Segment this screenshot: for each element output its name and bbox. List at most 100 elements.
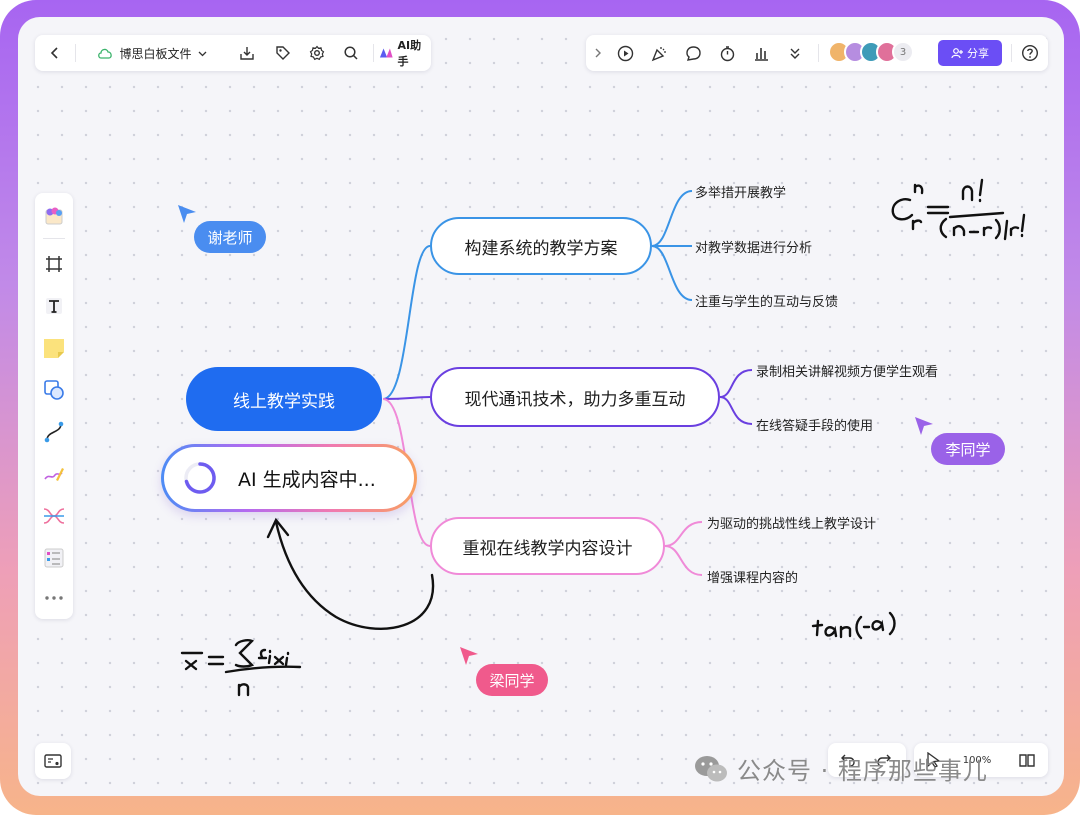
mindmap-leaf-node[interactable]: 对教学数据进行分析: [695, 237, 812, 256]
book-view-button[interactable]: [1014, 743, 1040, 777]
chevron-right-icon: [595, 48, 601, 58]
share-label: 分享: [967, 47, 989, 60]
toolbar-divider: [373, 44, 374, 62]
more-horizontal-icon: [45, 596, 63, 600]
toolbar-divider: [818, 44, 819, 62]
connector-tool[interactable]: [35, 415, 73, 449]
collaborator-cursor-icon: [460, 647, 478, 665]
ai-generating-status: AI 生成内容中...: [238, 468, 376, 491]
help-button[interactable]: [1018, 35, 1042, 71]
pen-icon: [44, 468, 64, 481]
wechat-icon: [695, 755, 727, 781]
mindmap-branch-node[interactable]: 现代通讯技术，助力多重互动: [430, 367, 720, 427]
mindmap-leaf-node[interactable]: 录制相关讲解视频方便学生观看: [756, 361, 938, 380]
loading-spinner-icon: [184, 462, 216, 494]
text-tool[interactable]: [35, 289, 73, 323]
chevron-left-icon: [50, 47, 58, 59]
mindmap-leaf-node[interactable]: 在线答疑手段的使用: [756, 415, 873, 434]
mindmap-root-node[interactable]: 线上教学实践: [186, 367, 382, 431]
mindmap-leaf-node[interactable]: 增强课程内容的: [707, 567, 798, 586]
mindmap-branch-node[interactable]: 构建系统的教学方案: [430, 217, 652, 275]
search-button[interactable]: [339, 35, 363, 71]
book-icon: [1019, 754, 1035, 767]
collaborator-tag: 李同学: [931, 433, 1005, 465]
back-button[interactable]: [43, 35, 67, 71]
comment-button[interactable]: [681, 35, 705, 71]
party-popper-icon: [651, 46, 666, 61]
comment-icon: [685, 45, 701, 61]
top-left-toolbar: 博思白板文件 AI助手: [35, 35, 431, 71]
avatar-count: 3: [899, 46, 907, 58]
shape-icon: [44, 380, 64, 400]
share-button[interactable]: 分享: [938, 40, 1002, 66]
pen-tool[interactable]: [35, 457, 73, 491]
table-tool[interactable]: [35, 541, 73, 575]
palette-divider: [43, 238, 65, 239]
vote-button[interactable]: [749, 35, 773, 71]
double-chevron-down-icon: [790, 48, 800, 59]
more-tools-button[interactable]: [783, 35, 807, 71]
top-right-toolbar: 3 分享: [586, 35, 1048, 71]
sticky-note-tool[interactable]: [35, 331, 73, 365]
file-name: 博思白板文件: [119, 46, 192, 61]
add-user-icon: [951, 48, 963, 59]
chevron-down-icon: [198, 51, 206, 56]
frame-icon: [46, 256, 62, 272]
tag-button[interactable]: [271, 35, 295, 71]
avatar-count-badge[interactable]: 3: [892, 41, 914, 63]
handwriting-formula-mean: [180, 651, 204, 671]
collaborator-tag: 梁同学: [476, 664, 548, 696]
play-icon: [617, 45, 633, 61]
download-button[interactable]: [235, 35, 259, 71]
mindmap-icon: [43, 508, 65, 524]
gear-icon: [309, 45, 325, 61]
root-node-label: 线上教学实践: [233, 391, 335, 412]
cloud-icon: [98, 48, 113, 59]
branch-node-label: 构建系统的教学方案: [464, 238, 618, 259]
settings-button[interactable]: [305, 35, 329, 71]
left-tool-palette: [35, 193, 73, 619]
templates-tool[interactable]: [35, 199, 73, 233]
watermark-text: 公众号 · 程序那些事儿: [737, 757, 988, 785]
whiteboard-canvas[interactable]: 博思白板文件 AI助手 3 分享 100% 线上教学实践 构建系统的教学方案 现…: [18, 17, 1064, 796]
mindmap-leaf-node[interactable]: 多举措开展教学: [695, 182, 786, 201]
download-icon: [240, 47, 254, 60]
ai-assistant-label: AI助手: [397, 39, 422, 68]
minimap-icon: [44, 754, 62, 768]
tag-icon: [276, 46, 290, 60]
help-icon: [1021, 44, 1039, 62]
more-tools-menu[interactable]: [35, 581, 73, 615]
templates-icon: [45, 207, 63, 225]
toolbar-divider: [75, 44, 76, 62]
timer-icon: [720, 45, 734, 61]
timer-button[interactable]: [715, 35, 739, 71]
frame-tool[interactable]: [35, 247, 73, 281]
text-icon: [46, 298, 62, 314]
ai-logo-icon: [379, 48, 393, 58]
handwriting-formula-tan: [811, 619, 824, 637]
device-frame: 博思白板文件 AI助手 3 分享 100% 线上教学实践 构建系统的教学方案 现…: [0, 0, 1080, 815]
ai-assistant-button[interactable]: AI助手: [379, 35, 429, 71]
table-icon: [44, 548, 64, 568]
branch-node-label: 重视在线教学内容设计: [462, 538, 633, 559]
watermark: 公众号 · 程序那些事儿: [693, 751, 988, 786]
mindmap-tool[interactable]: [35, 499, 73, 533]
bar-chart-icon: [754, 47, 768, 61]
mindmap-leaf-node[interactable]: 为驱动的挑战性线上教学设计: [707, 513, 876, 532]
collaborator-cursor-icon: [915, 417, 933, 435]
shape-tool[interactable]: [35, 373, 73, 407]
file-name-dropdown[interactable]: 博思白板文件: [85, 35, 219, 71]
minimap-button[interactable]: [35, 743, 71, 779]
collaborator-cursor-icon: [178, 205, 196, 223]
handwriting-formula-combination: [891, 198, 914, 221]
celebrate-button[interactable]: [647, 35, 671, 71]
toolbar-divider: [1011, 44, 1012, 62]
present-button[interactable]: [613, 35, 637, 71]
collaborator-tag: 谢老师: [194, 221, 266, 253]
connector-icon: [44, 421, 64, 443]
sticky-note-icon: [44, 339, 64, 358]
mindmap-branch-node[interactable]: 重视在线教学内容设计: [430, 517, 665, 575]
branch-node-label: 现代通讯技术，助力多重互动: [464, 389, 686, 410]
mindmap-leaf-node[interactable]: 注重与学生的互动与反馈: [695, 291, 838, 310]
collapse-toolbar-button[interactable]: [590, 35, 606, 71]
